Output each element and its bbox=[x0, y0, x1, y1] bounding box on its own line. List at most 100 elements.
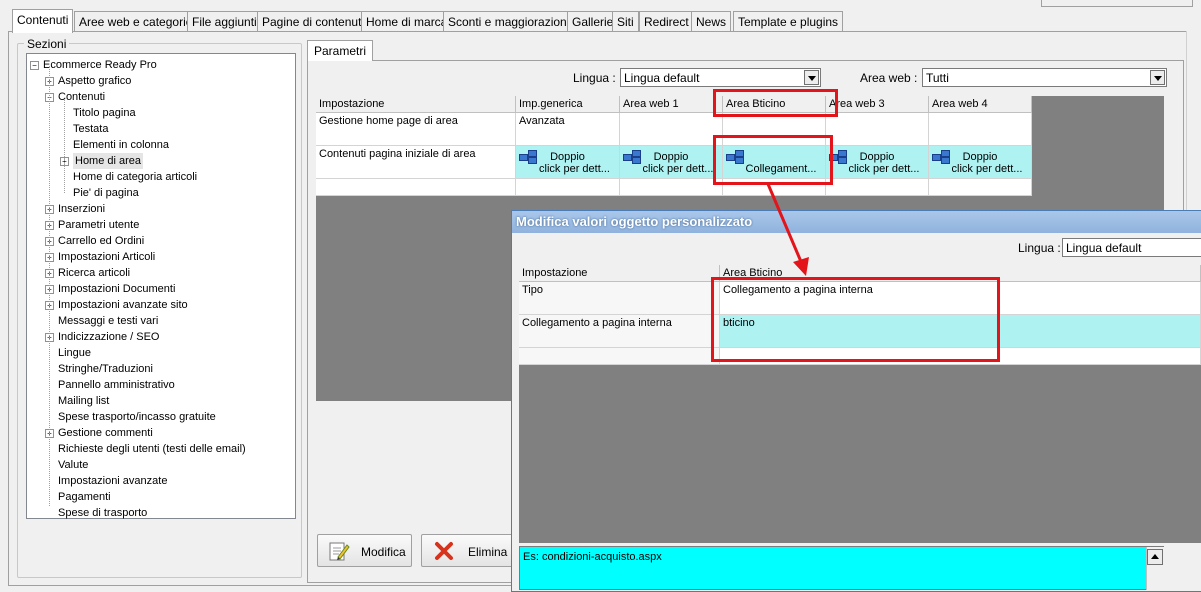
grid-header-area-web-3[interactable]: Area web 3 bbox=[826, 96, 929, 113]
tree-item[interactable]: Inserzioni bbox=[58, 201, 105, 217]
grid-header-area-web-4[interactable]: Area web 4 bbox=[929, 96, 1032, 113]
dialog-empty-row bbox=[519, 348, 720, 365]
chevron-down-icon[interactable] bbox=[1150, 70, 1165, 85]
tab-news[interactable]: News bbox=[691, 11, 732, 32]
sections-tree[interactable]: Ecommerce Ready Pro − Aspetto grafico + Cont… bbox=[26, 53, 296, 519]
dialog-help-note: Es: condizioni-acquisto.aspx bbox=[519, 546, 1164, 590]
dialog-title: Modifica valori oggetto personalizzato bbox=[512, 211, 1201, 233]
sections-group-label: Sezioni bbox=[24, 37, 70, 51]
grid-empty-row bbox=[316, 179, 516, 196]
link-cell[interactable]: Doppio click per dett... bbox=[826, 146, 929, 179]
tree-item[interactable]: Spese trasporto/incasso gratuite bbox=[58, 409, 216, 425]
edit-document-icon bbox=[329, 542, 350, 561]
tree-guide-line bbox=[64, 100, 65, 193]
grid-header-imp-generica[interactable]: Imp.generica bbox=[516, 96, 620, 113]
highlight-area-bticino-cell bbox=[713, 135, 833, 185]
tree-item[interactable]: Parametri utente bbox=[58, 217, 139, 233]
tree-item[interactable]: Impostazioni avanzate bbox=[58, 473, 167, 489]
tab-parametri[interactable]: Parametri bbox=[307, 40, 374, 61]
tree-item[interactable]: Aspetto grafico bbox=[58, 73, 131, 89]
connector-arrow-icon bbox=[766, 183, 809, 276]
lingua-select-value: Lingua default bbox=[624, 71, 700, 85]
link-cell-line2: click per dett... bbox=[951, 163, 1023, 175]
link-cell[interactable]: Doppio click per dett... bbox=[620, 146, 723, 179]
tree-item[interactable]: Impostazioni Documenti bbox=[58, 281, 175, 297]
tab-gallerie[interactable]: Gallerie bbox=[567, 11, 619, 32]
tree-item[interactable]: Spese di trasporto bbox=[58, 505, 147, 521]
tree-item[interactable]: Carrello ed Ordini bbox=[58, 233, 144, 249]
highlight-dialog-values bbox=[711, 277, 1000, 362]
tab-home-di-marca[interactable]: Home di marca bbox=[361, 11, 453, 32]
tree-item[interactable]: Pie' di pagina bbox=[73, 185, 139, 201]
tree-item[interactable]: Valute bbox=[58, 457, 88, 473]
tab-pagine-di-contenuti[interactable]: Pagine di contenuti bbox=[257, 11, 370, 32]
tab-siti[interactable]: Siti bbox=[612, 11, 639, 32]
tree-item[interactable]: Pagamenti bbox=[58, 489, 111, 505]
row-label-contenuti-pagina: Contenuti pagina iniziale di area bbox=[316, 146, 516, 179]
tree-item[interactable]: Indicizzazione / SEO bbox=[58, 329, 160, 345]
area-web-select[interactable]: Tutti bbox=[922, 68, 1167, 87]
modifica-button[interactable]: Modifica bbox=[317, 534, 412, 567]
hierarchy-icon bbox=[519, 150, 537, 164]
dialog-header-impostazione: Impostazione bbox=[519, 265, 720, 282]
row-label-gestione-home: Gestione home page di area bbox=[316, 113, 516, 146]
highlight-area-bticino-header bbox=[713, 89, 838, 117]
delete-x-icon bbox=[435, 542, 453, 560]
dialog-lingua-label: Lingua : bbox=[1018, 241, 1061, 255]
dialog-lingua-select[interactable]: Lingua default bbox=[1062, 238, 1201, 257]
collapse-icon[interactable]: − bbox=[30, 61, 39, 70]
grid-empty-cell bbox=[620, 179, 723, 196]
tree-item[interactable]: Mailing list bbox=[58, 393, 109, 409]
tree-item[interactable]: Elementi in colonna bbox=[73, 137, 169, 153]
elimina-button[interactable]: Elimina bbox=[421, 534, 516, 567]
tab-template-e-plugins[interactable]: Template e plugins bbox=[733, 11, 844, 32]
grid-empty-cell bbox=[826, 179, 929, 196]
modifica-button-label: Modifica bbox=[361, 545, 406, 559]
tree-item[interactable]: Lingue bbox=[58, 345, 91, 361]
tree-item[interactable]: Ricerca articoli bbox=[58, 265, 130, 281]
tab-aree-web-e-categorie[interactable]: Aree web e categorie bbox=[74, 11, 198, 32]
cell-gestione-home-generica[interactable]: Avanzata bbox=[516, 113, 620, 146]
hierarchy-icon bbox=[932, 150, 950, 164]
note-scrollbar[interactable] bbox=[1146, 547, 1164, 590]
tree-item[interactable]: Messaggi e testi vari bbox=[58, 313, 158, 329]
grid-header-impostazione: Impostazione bbox=[316, 96, 516, 113]
link-cell[interactable]: Doppio click per dett... bbox=[929, 146, 1032, 179]
tree-item[interactable]: Impostazioni Articoli bbox=[58, 249, 155, 265]
cell-gestione-home-area4[interactable] bbox=[929, 113, 1032, 146]
dialog-row-label-tipo: Tipo bbox=[519, 282, 720, 315]
dialog-lingua-select-value: Lingua default bbox=[1066, 241, 1142, 255]
tree-item[interactable]: Contenuti bbox=[58, 89, 105, 105]
cell-gestione-home-area1[interactable] bbox=[620, 113, 723, 146]
tree-item[interactable]: Titolo pagina bbox=[73, 105, 136, 121]
link-cell[interactable]: Doppio click per dett... bbox=[516, 146, 620, 179]
tree-item[interactable]: Impostazioni avanzate sito bbox=[58, 297, 188, 313]
tree-item[interactable]: Pannello amministrativo bbox=[58, 377, 175, 393]
tree-item[interactable]: Home di area bbox=[73, 153, 144, 169]
grid-header-area-web-1[interactable]: Area web 1 bbox=[620, 96, 723, 113]
chevron-down-icon[interactable] bbox=[804, 70, 819, 85]
tree-item[interactable]: Home di categoria articoli bbox=[73, 169, 197, 185]
scroll-up-icon[interactable] bbox=[1147, 549, 1163, 565]
tree-item[interactable]: Richieste degli utenti (testi delle emai… bbox=[58, 441, 246, 457]
grid-empty-cell bbox=[929, 179, 1032, 196]
tab-redirect[interactable]: Redirect bbox=[639, 11, 694, 32]
tree-item[interactable]: Gestione commenti bbox=[58, 425, 153, 441]
area-web-label: Area web : bbox=[860, 71, 918, 85]
link-cell-line2: click per dett... bbox=[642, 163, 714, 175]
tab-sconti-e-maggiorazioni[interactable]: Sconti e maggiorazioni bbox=[443, 11, 575, 32]
link-cell-line2: click per dett... bbox=[539, 163, 610, 175]
tree-item[interactable]: Stringhe/Traduzioni bbox=[58, 361, 153, 377]
top-strip bbox=[0, 0, 1201, 9]
tree-guide-line bbox=[49, 66, 50, 506]
grid-empty-cell bbox=[516, 179, 620, 196]
dialog-row-label-collegamento: Collegamento a pagina interna bbox=[519, 315, 720, 348]
right-scrollbar[interactable] bbox=[1186, 31, 1201, 211]
lingua-select[interactable]: Lingua default bbox=[620, 68, 821, 87]
area-web-select-value: Tutti bbox=[926, 71, 949, 85]
link-cell-line2: click per dett... bbox=[848, 163, 920, 175]
tree-item[interactable]: Ecommerce Ready Pro bbox=[43, 57, 157, 73]
cell-gestione-home-area3[interactable] bbox=[826, 113, 929, 146]
tab-contenuti[interactable]: Contenuti bbox=[12, 9, 74, 33]
tree-item[interactable]: Testata bbox=[73, 121, 108, 137]
